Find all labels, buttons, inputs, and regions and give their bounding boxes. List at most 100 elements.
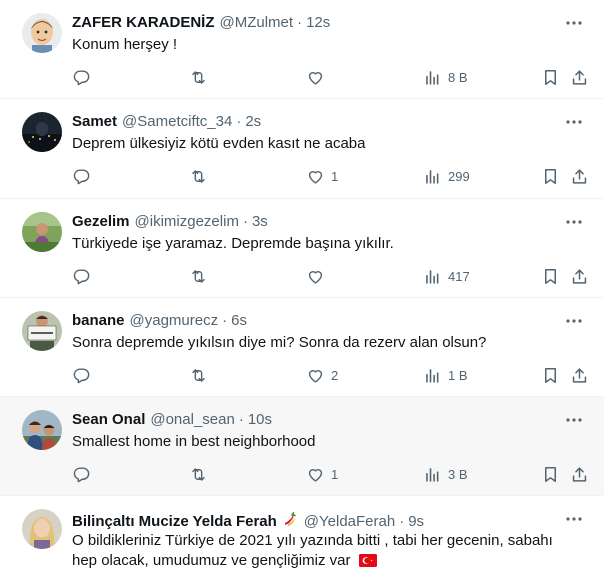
timestamp[interactable]: 9s: [408, 511, 424, 533]
bookmark-button[interactable]: [541, 464, 560, 484]
display-name[interactable]: Samet: [72, 111, 117, 133]
avatar[interactable]: [22, 410, 62, 450]
timestamp[interactable]: 12s: [306, 12, 330, 34]
display-name[interactable]: banane: [72, 310, 125, 332]
timestamp[interactable]: 6s: [231, 310, 247, 332]
retweet-button[interactable]: [189, 166, 214, 186]
separator-dot: ·: [297, 14, 303, 31]
like-button[interactable]: 1: [306, 166, 338, 186]
separator-dot: ·: [399, 513, 405, 530]
display-name[interactable]: ZAFER KARADENİZ: [72, 12, 215, 34]
tweet-header: Gezelim @ikimizgezelim · 3s: [72, 211, 588, 233]
tweet[interactable]: banane @yagmurecz · 6s Sonra depremde yı…: [0, 298, 604, 397]
reply-button[interactable]: [72, 464, 97, 484]
tweet-text: Smallest home in best neighborhood: [72, 433, 316, 450]
views-count: 417: [448, 268, 470, 284]
avatar[interactable]: [22, 212, 62, 252]
tweet-actions: 8 B: [72, 55, 588, 103]
retweet-button[interactable]: [189, 67, 214, 87]
views-count: 1 B: [448, 367, 468, 383]
bookmark-button[interactable]: [541, 266, 560, 286]
tweet[interactable]: Samet @Sametciftc_34 · 2s Deprem ülkesiy…: [0, 99, 604, 199]
more-options-icon[interactable]: [564, 512, 584, 526]
more-options-icon[interactable]: [564, 413, 584, 427]
bookmark-button[interactable]: [541, 67, 560, 87]
retweet-button[interactable]: [189, 365, 214, 385]
reply-button[interactable]: [72, 365, 97, 385]
tweet-text: Konum herşey !: [72, 36, 178, 53]
reply-icon: [73, 69, 90, 85]
views-button[interactable]: 3 B: [423, 464, 468, 484]
views-chart-icon: [426, 70, 439, 85]
like-count: 1: [331, 168, 339, 184]
reply-button[interactable]: [72, 166, 97, 186]
timestamp[interactable]: 3s: [252, 211, 268, 233]
user-handle[interactable]: @YeldaFerah: [304, 511, 395, 533]
tweet[interactable]: Sean Onal @onal_sean · 10s Smallest home…: [0, 397, 604, 496]
share-button[interactable]: [570, 266, 589, 286]
bookmark-button[interactable]: [541, 166, 560, 186]
display-name[interactable]: Bilinçaltı Mucize Yelda Ferah: [72, 511, 277, 533]
retweet-icon: [192, 70, 205, 84]
share-button[interactable]: [570, 464, 589, 484]
tweet-text: Deprem ülkesiyiz kötü evden kasıt ne aca…: [72, 135, 366, 152]
avatar[interactable]: [22, 112, 62, 152]
retweet-icon: [192, 269, 205, 283]
timestamp[interactable]: 2s: [245, 111, 261, 133]
avatar[interactable]: [22, 509, 62, 549]
avatar[interactable]: [22, 311, 62, 351]
heart-icon: [308, 270, 323, 284]
retweet-icon: [192, 368, 205, 382]
reply-button[interactable]: [72, 266, 97, 286]
chili-pepper-icon: [281, 511, 299, 529]
share-button[interactable]: [570, 166, 589, 186]
views-button[interactable]: 8 B: [423, 67, 468, 87]
share-icon: [572, 268, 587, 284]
separator-dot: ·: [236, 113, 242, 130]
user-handle[interactable]: @Sametciftc_34: [122, 111, 232, 133]
tweet[interactable]: Gezelim @ikimizgezelim · 3s Türkiyede iş…: [0, 199, 604, 298]
separator-dot: ·: [238, 411, 244, 428]
tweet-header: Sean Onal @onal_sean · 10s: [72, 409, 588, 431]
user-handle[interactable]: @onal_sean: [150, 409, 234, 431]
like-button[interactable]: [306, 67, 331, 87]
tweet[interactable]: Bilinçaltı Mucize Yelda Ferah @YeldaFera…: [0, 496, 604, 585]
more-options-icon[interactable]: [564, 115, 584, 129]
reply-button[interactable]: [72, 67, 97, 87]
tweet-actions: 417: [72, 254, 588, 302]
tweet-text: O bildikleriniz Türkiye de 2021 yılı yaz…: [72, 531, 588, 573]
share-button[interactable]: [570, 67, 589, 87]
more-options-icon[interactable]: [564, 16, 584, 30]
user-handle[interactable]: @yagmurecz: [130, 310, 219, 332]
timeline-feed: ZAFER KARADENİZ @MZulmet · 12s Konum her…: [0, 0, 604, 585]
like-button[interactable]: 1: [306, 464, 338, 484]
avatar[interactable]: [22, 13, 62, 53]
heart-icon: [308, 71, 323, 85]
more-options-icon[interactable]: [564, 215, 584, 229]
tweet[interactable]: ZAFER KARADENİZ @MZulmet · 12s Konum her…: [0, 0, 604, 99]
timestamp[interactable]: 10s: [248, 409, 272, 431]
views-count: 299: [448, 168, 470, 184]
bookmark-button[interactable]: [541, 365, 560, 385]
user-handle[interactable]: @MZulmet: [220, 12, 294, 34]
views-count: 8 B: [448, 69, 468, 85]
display-name[interactable]: Sean Onal: [72, 409, 145, 431]
share-icon: [572, 69, 587, 85]
views-button[interactable]: 299: [423, 166, 470, 186]
heart-icon: [308, 369, 323, 383]
views-button[interactable]: 417: [423, 266, 470, 286]
retweet-button[interactable]: [189, 266, 214, 286]
views-chart-icon: [426, 368, 439, 383]
user-handle[interactable]: @ikimizgezelim: [135, 211, 239, 233]
heart-icon: [308, 468, 323, 482]
more-options-icon[interactable]: [564, 314, 584, 328]
like-count: 2: [331, 367, 339, 383]
like-button[interactable]: 2: [306, 365, 338, 385]
share-button[interactable]: [570, 365, 589, 385]
display-name[interactable]: Gezelim: [72, 211, 130, 233]
like-button[interactable]: [306, 266, 331, 286]
retweet-button[interactable]: [189, 464, 214, 484]
views-button[interactable]: 1 B: [423, 365, 468, 385]
memoji-avatar-image: [22, 13, 62, 53]
tweet-header: banane @yagmurecz · 6s: [72, 310, 588, 332]
